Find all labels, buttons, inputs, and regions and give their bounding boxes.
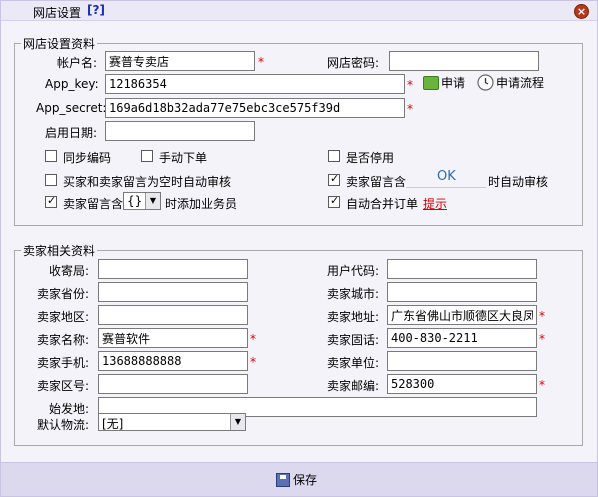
seller-msg-audit-label: 卖家留言含 [346, 175, 407, 189]
floppy-disk-icon [276, 472, 290, 487]
chevron-down-icon: ▼ [230, 414, 245, 430]
mobile-label: 卖家手机: [37, 356, 90, 370]
area-code-label: 卖家区号: [37, 379, 90, 393]
brace-select[interactable]: {} ▼ [123, 192, 161, 210]
account-input[interactable] [105, 51, 255, 71]
unit-input[interactable] [387, 351, 537, 371]
appsecret-input[interactable] [105, 98, 405, 118]
seller-msg-audit-checkbox[interactable] [328, 172, 340, 186]
postcode-required-mark: * [539, 378, 545, 392]
disabled-label: 是否停用 [346, 151, 395, 165]
auto-merge-checkbox[interactable] [328, 194, 340, 208]
origin-label: 始发地: [49, 402, 90, 416]
appkey-label: App_key: [45, 77, 99, 91]
district-label: 卖家地区: [37, 310, 90, 324]
sync-code-label: 同步编码 [63, 151, 112, 165]
logistics-label: 默认物流: [37, 418, 90, 432]
dialog-title: 网店设置 [33, 6, 82, 20]
mobile-required-mark: * [250, 355, 256, 369]
help-link[interactable]: [?] [87, 3, 105, 17]
manual-order-checkbox[interactable] [141, 150, 153, 162]
province-label: 卖家省份: [37, 287, 90, 301]
post-office-input[interactable] [98, 259, 248, 279]
auto-audit-empty-label: 买家和卖家留言为空时自动审核 [63, 175, 232, 189]
chevron-down-icon: ▼ [145, 193, 160, 209]
seller-name-label: 卖家名称: [37, 333, 90, 347]
seller-name-input[interactable] [98, 328, 248, 348]
auto-audit-empty-checkbox[interactable] [45, 174, 57, 186]
city-input[interactable] [387, 282, 537, 302]
district-input[interactable] [98, 305, 248, 325]
phone-input[interactable] [387, 328, 537, 348]
seller-name-required-mark: * [250, 332, 256, 346]
password-input[interactable] [389, 51, 539, 71]
sync-code-checkbox[interactable] [45, 150, 57, 162]
appsecret-label: App_secret: [36, 101, 107, 115]
appkey-input[interactable] [105, 74, 405, 94]
address-input[interactable] [387, 305, 537, 325]
user-code-label: 用户代码: [327, 264, 380, 278]
save-label: 保存 [293, 473, 318, 487]
account-required-mark: * [258, 55, 264, 69]
seller-msg-staff-label: 卖家留言含 [63, 197, 124, 211]
logistics-select-value: [无] [102, 417, 124, 431]
apply-icon [423, 75, 439, 90]
seller-info-legend: 卖家相关资料 [23, 244, 96, 258]
postcode-input[interactable] [387, 374, 537, 394]
apply-flow-button[interactable]: 申请流程 [477, 74, 544, 91]
area-code-input[interactable] [98, 374, 248, 394]
seller-msg-staff-checkbox[interactable] [45, 194, 57, 208]
auto-merge-label: 自动合并订单 [346, 197, 419, 211]
ok-keyword-underline [406, 187, 486, 188]
disabled-checkbox[interactable] [328, 150, 340, 162]
auto-audit-suffix-label: 时自动审核 [488, 175, 549, 189]
appsecret-required-mark: * [407, 102, 413, 116]
shop-settings-legend: 网店设置资料 [23, 37, 96, 51]
close-icon[interactable]: × [574, 4, 589, 19]
logistics-select[interactable]: [无] ▼ [98, 413, 246, 431]
apply-button[interactable]: 申请 [423, 74, 465, 91]
province-input[interactable] [98, 282, 248, 302]
address-required-mark: * [539, 309, 545, 323]
post-office-label: 收寄局: [49, 264, 90, 278]
address-label: 卖家地址: [327, 310, 380, 324]
city-label: 卖家城市: [327, 287, 380, 301]
ok-keyword-text[interactable]: OK [437, 169, 456, 184]
shop-settings-dialog: 网店设置 [?] × 网店设置资料 帐户名: * 网店密码: App_key: … [0, 0, 598, 497]
mobile-input[interactable] [98, 351, 248, 371]
phone-required-mark: * [539, 332, 545, 346]
phone-label: 卖家固话: [327, 333, 380, 347]
brace-select-value: {} [127, 194, 143, 208]
password-label: 网店密码: [327, 56, 380, 70]
user-code-input[interactable] [387, 259, 537, 279]
title-bar: 网店设置 [?] × [1, 1, 597, 21]
clock-icon [477, 74, 494, 91]
apply-flow-label: 申请流程 [496, 76, 545, 90]
save-button[interactable]: 保存 [276, 471, 317, 488]
account-label: 帐户名: [57, 56, 98, 70]
appkey-required-mark: * [407, 78, 413, 92]
hint-link[interactable]: 提示 [423, 195, 447, 212]
manual-order-label: 手动下单 [159, 151, 208, 165]
unit-label: 卖家单位: [327, 356, 380, 370]
postcode-label: 卖家邮编: [327, 379, 380, 393]
enable-date-input[interactable] [105, 121, 255, 141]
enable-date-label: 启用日期: [45, 126, 98, 140]
apply-label: 申请 [441, 76, 466, 90]
add-staff-suffix-label: 时添加业务员 [165, 197, 238, 211]
